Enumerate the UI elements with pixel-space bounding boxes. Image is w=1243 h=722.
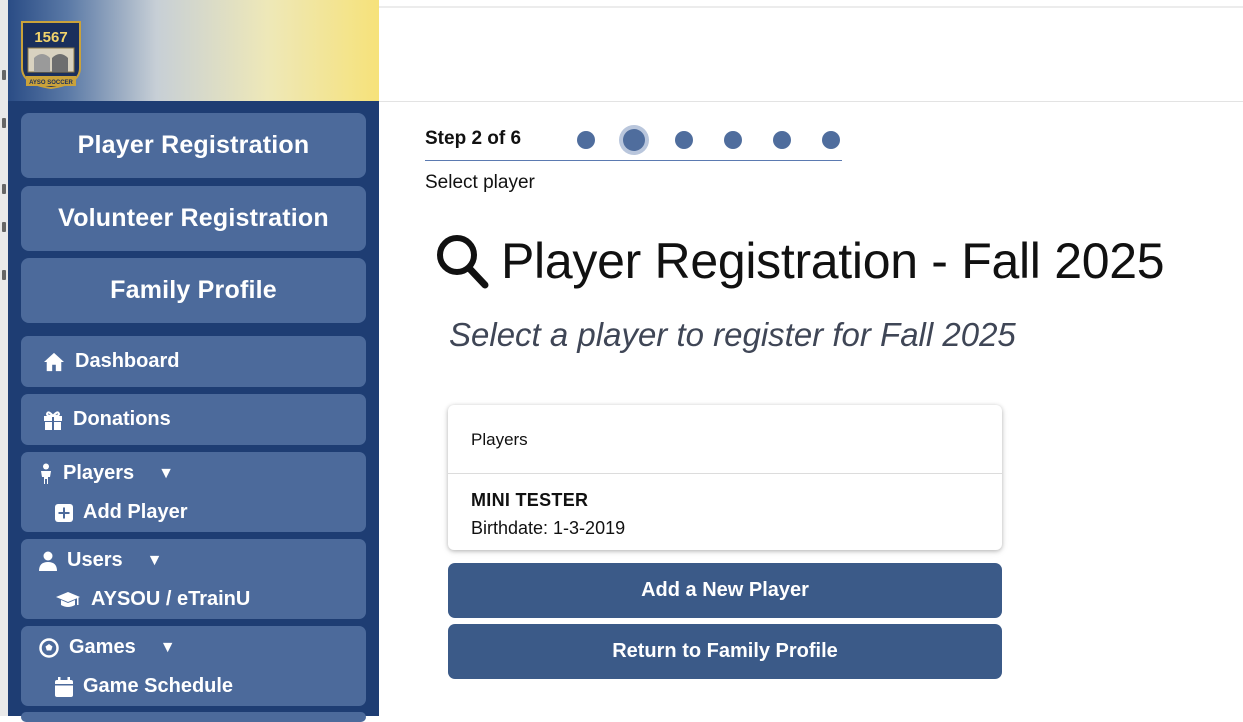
search-icon <box>437 235 489 289</box>
sidebar-item-label: Players <box>63 462 135 484</box>
step-dot-3[interactable] <box>675 131 693 149</box>
return-to-family-profile-label: Return to Family Profile <box>612 640 838 662</box>
child-icon <box>41 463 51 484</box>
header-rule <box>379 6 1243 8</box>
window-edge <box>0 0 8 716</box>
player-birthdate: Birthdate: 1-3-2019 <box>471 518 626 538</box>
add-new-player-button[interactable]: Add a New Player <box>448 563 1002 618</box>
page-title: Player Registration - Fall 2025 <box>501 233 1165 289</box>
sidebar-item-dashboard[interactable]: Dashboard <box>21 336 366 387</box>
sidebar-subitem-label: AYSOU / eTrainU <box>91 588 251 610</box>
stepper-underline <box>425 160 842 161</box>
add-new-player-label: Add a New Player <box>641 579 809 601</box>
step-dot-2-current[interactable] <box>623 129 645 151</box>
step-dot-6[interactable] <box>822 131 840 149</box>
sidebar-item-players[interactable]: Players ▼ Add Player <box>21 452 366 532</box>
player-registration-button[interactable]: Player Registration <box>21 113 366 178</box>
players-card-title: Players <box>471 430 528 449</box>
family-profile-label: Family Profile <box>110 276 277 304</box>
player-registration-label: Player Registration <box>77 131 310 159</box>
calendar-icon <box>55 676 73 697</box>
sidebar-subitem-add-player[interactable]: Add Player <box>55 501 187 524</box>
user-icon <box>39 551 57 571</box>
logo-number: 1567 <box>34 29 67 46</box>
step-dot-5[interactable] <box>773 131 791 149</box>
sidebar-item-label: Users <box>67 549 123 571</box>
players-card-header: Players <box>448 405 1002 474</box>
sidebar-subitem-game-schedule[interactable]: Game Schedule <box>55 675 233 698</box>
step-name: Select player <box>425 172 535 193</box>
sidebar-subitem-label: Add Player <box>83 501 188 523</box>
sidebar: 1567 AYSO SOCCER Player Registration Vol… <box>8 0 379 722</box>
sidebar-item-games[interactable]: Games ▼ Game Schedule <box>21 626 366 706</box>
volunteer-registration-button[interactable]: Volunteer Registration <box>21 186 366 251</box>
gift-icon <box>44 410 62 430</box>
page-heading: Player Registration - Fall 2025 <box>435 232 1165 290</box>
chevron-down-icon[interactable]: ▼ <box>147 552 163 570</box>
logo-banner: 1567 AYSO SOCCER <box>8 0 379 101</box>
step-dot-4[interactable] <box>724 131 742 149</box>
return-to-family-profile-button[interactable]: Return to Family Profile <box>448 624 1002 679</box>
sidebar-item-partial[interactable] <box>21 712 366 722</box>
page-subtitle: Select a player to register for Fall 202… <box>449 316 1016 353</box>
volunteer-registration-label: Volunteer Registration <box>58 204 329 232</box>
step-dot-1[interactable] <box>577 131 595 149</box>
sidebar-item-users[interactable]: Users ▼ AYSOU / eTrainU <box>21 539 366 619</box>
home-icon <box>44 352 64 371</box>
sidebar-subitem-aysou[interactable]: AYSOU / eTrainU <box>55 588 250 611</box>
step-indicator: Step 2 of 6 <box>425 128 522 149</box>
chevron-down-icon[interactable]: ▼ <box>160 639 176 657</box>
chevron-down-icon[interactable]: ▼ <box>158 465 174 483</box>
family-profile-button[interactable]: Family Profile <box>21 258 366 323</box>
sidebar-item-label: Dashboard <box>75 350 180 372</box>
sidebar-item-label: Games <box>69 636 136 658</box>
club-logo[interactable]: 1567 AYSO SOCCER <box>18 18 84 90</box>
sidebar-item-label: Donations <box>73 408 171 430</box>
soccer-ball-icon <box>39 637 59 658</box>
graduation-cap-icon <box>56 591 80 607</box>
logo-footer: AYSO SOCCER <box>29 80 73 86</box>
players-card: Players MINI TESTER Birthdate: 1-3-2019 <box>448 405 1002 550</box>
plus-square-icon <box>55 503 73 522</box>
sidebar-subitem-label: Game Schedule <box>83 675 234 697</box>
player-name[interactable]: MINI TESTER <box>471 490 588 511</box>
sidebar-item-donations[interactable]: Donations <box>21 394 366 445</box>
